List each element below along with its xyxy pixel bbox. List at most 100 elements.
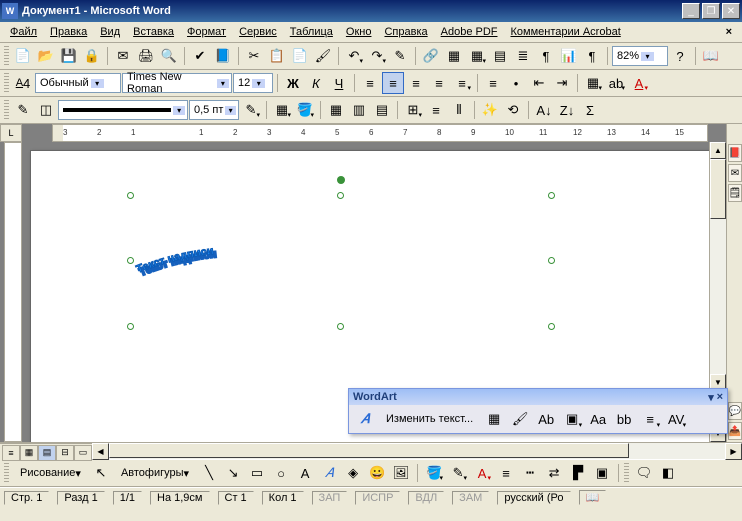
vertical-text-button[interactable]: bb xyxy=(612,407,636,431)
spelling-button[interactable]: ✔ xyxy=(189,45,211,67)
align-right-button[interactable]: ≡ xyxy=(405,72,427,94)
char-spacing-button[interactable]: AV xyxy=(664,407,688,431)
menu-format[interactable]: Формат xyxy=(181,24,232,40)
menu-file[interactable]: Файл xyxy=(4,24,43,40)
status-ovr[interactable]: ЗАМ xyxy=(452,491,489,505)
highlight-button[interactable]: ab xyxy=(605,72,627,94)
format-wordart-button[interactable]: 🖌 xyxy=(508,407,532,431)
same-heights-button[interactable]: Aa xyxy=(586,407,610,431)
hyperlink-button[interactable]: 🔗 xyxy=(420,45,442,67)
sort-desc-button[interactable]: Z↓ xyxy=(556,99,578,121)
border-color-button[interactable]: ✎ xyxy=(240,99,262,121)
line-spacing-button[interactable]: ≡ xyxy=(451,72,473,94)
research-button[interactable]: 📘 xyxy=(212,45,234,67)
arrow-button[interactable]: ↘ xyxy=(222,462,244,484)
text-direction-button[interactable]: ⟲ xyxy=(502,99,524,121)
wordart-toolbar-close[interactable]: × xyxy=(717,391,723,403)
horizontal-ruler[interactable]: 321 12345678910111213141516 xyxy=(52,124,708,142)
fill-color-button[interactable]: 🪣 xyxy=(423,462,445,484)
font-color-button[interactable]: A xyxy=(471,462,493,484)
dist-cols-button[interactable]: ⦀ xyxy=(448,99,470,121)
shadow-button[interactable]: ▛ xyxy=(567,462,589,484)
resize-handle[interactable] xyxy=(548,192,555,199)
read-button[interactable]: 📖 xyxy=(700,45,722,67)
redo-button[interactable]: ↷ xyxy=(366,45,388,67)
menu-insert[interactable]: Вставка xyxy=(127,24,180,40)
scroll-track[interactable] xyxy=(710,159,726,374)
scroll-thumb[interactable] xyxy=(710,159,726,219)
line-button[interactable]: ╲ xyxy=(198,462,220,484)
align-cell-button[interactable]: ⊞ xyxy=(402,99,424,121)
show-marks-button[interactable]: ¶ xyxy=(581,45,603,67)
rotate-handle[interactable] xyxy=(337,176,345,184)
bullets-button[interactable]: • xyxy=(505,72,527,94)
text-wrapping-button[interactable]: ▣ xyxy=(560,407,584,431)
edit-text-button[interactable]: Изменить текст... xyxy=(379,408,480,430)
textbox-button[interactable]: A xyxy=(294,462,316,484)
permissions-button[interactable]: 🔒 xyxy=(81,45,103,67)
bold-button[interactable]: Ж xyxy=(282,72,304,94)
insert-table-button[interactable]: ▦ xyxy=(466,45,488,67)
normal-view-button[interactable]: ≡ xyxy=(2,445,20,461)
resize-handle[interactable] xyxy=(548,323,555,330)
align-justify-button[interactable]: ≡ xyxy=(428,72,450,94)
italic-button[interactable]: К xyxy=(305,72,327,94)
autoformat-button[interactable]: ✨ xyxy=(479,99,501,121)
preview-button[interactable]: 🔍 xyxy=(158,45,180,67)
autosum-button[interactable]: Σ xyxy=(579,99,601,121)
wordart-toolbar-options[interactable]: ▾ xyxy=(708,391,714,404)
line-style-button[interactable]: ≡ xyxy=(495,462,517,484)
toolbar-handle[interactable] xyxy=(4,46,9,66)
scroll-left-button[interactable]: ◀ xyxy=(92,443,109,460)
line-style-combo[interactable]: ▾ xyxy=(58,100,188,120)
columns-button[interactable]: ≣ xyxy=(512,45,534,67)
shading-color-button[interactable]: 🪣 xyxy=(294,99,316,121)
align-center-button[interactable]: ≡ xyxy=(382,72,404,94)
format-painter-button[interactable]: 🖌 xyxy=(312,45,334,67)
pdf-review-button[interactable]: 🗒 xyxy=(728,184,742,202)
wordart-toolbar[interactable]: WordArt ▾ × 𝐴 Изменить текст... ▦ 🖌 Ab ▣… xyxy=(348,388,728,434)
status-rec[interactable]: ЗАП xyxy=(312,491,348,505)
toolbar-handle[interactable] xyxy=(4,100,9,120)
web-view-button[interactable]: ▦ xyxy=(20,445,38,461)
inc-indent-button[interactable]: ⇥ xyxy=(551,72,573,94)
menu-edit[interactable]: Правка xyxy=(44,24,93,40)
wordart-button[interactable]: 𝐴 xyxy=(318,462,340,484)
acrobat-note-button[interactable]: 🗨 xyxy=(633,462,655,484)
open-button[interactable]: 📂 xyxy=(35,45,57,67)
numbering-button[interactable]: ≡ xyxy=(482,72,504,94)
menu-window[interactable]: Окно xyxy=(340,24,378,40)
maximize-button[interactable]: ❐ xyxy=(702,3,720,19)
acrobat-send-button[interactable]: 📤 xyxy=(728,422,742,440)
size-combo[interactable]: 12▾ xyxy=(233,73,273,93)
arrow-style-button[interactable]: ⇄ xyxy=(543,462,565,484)
split-cells-button[interactable]: ▤ xyxy=(371,99,393,121)
merge-cells-button[interactable]: ▥ xyxy=(348,99,370,121)
menu-help[interactable]: Справка xyxy=(378,24,433,40)
tab-selector[interactable]: L xyxy=(0,124,22,142)
status-ext[interactable]: ВДЛ xyxy=(408,491,444,505)
insert-wordart-button[interactable]: 𝐴 xyxy=(353,407,377,431)
scroll-right-button[interactable]: ▶ xyxy=(725,443,742,460)
print-button[interactable]: 🖨 xyxy=(135,45,157,67)
clipart-button[interactable]: 😀 xyxy=(366,462,388,484)
dec-indent-button[interactable]: ⇤ xyxy=(528,72,550,94)
menu-table[interactable]: Таблица xyxy=(284,24,339,40)
vertical-ruler[interactable] xyxy=(4,142,22,442)
select-objects-button[interactable]: ↖ xyxy=(90,462,112,484)
help-button[interactable]: ? xyxy=(669,45,691,67)
draw-table-button[interactable]: ✎ xyxy=(12,99,34,121)
ink-button[interactable]: ✎ xyxy=(389,45,411,67)
undo-button[interactable]: ↶ xyxy=(343,45,365,67)
tables-borders-button[interactable]: ▦ xyxy=(443,45,465,67)
style-combo[interactable]: Обычный▾ xyxy=(35,73,121,93)
scroll-up-button[interactable]: ▲ xyxy=(710,142,726,159)
acrobat-highlight-button[interactable]: ◧ xyxy=(657,462,679,484)
borders-button[interactable]: ▦ xyxy=(582,72,604,94)
line-weight-combo[interactable]: 0,5 пт▾ xyxy=(189,100,239,120)
diagram-button[interactable]: ◈ xyxy=(342,462,364,484)
new-button[interactable]: 📄 xyxy=(12,45,34,67)
toolbar-handle[interactable] xyxy=(624,463,629,483)
font-combo[interactable]: Times New Roman▾ xyxy=(122,73,232,93)
print-view-button[interactable]: ▤ xyxy=(38,445,56,461)
